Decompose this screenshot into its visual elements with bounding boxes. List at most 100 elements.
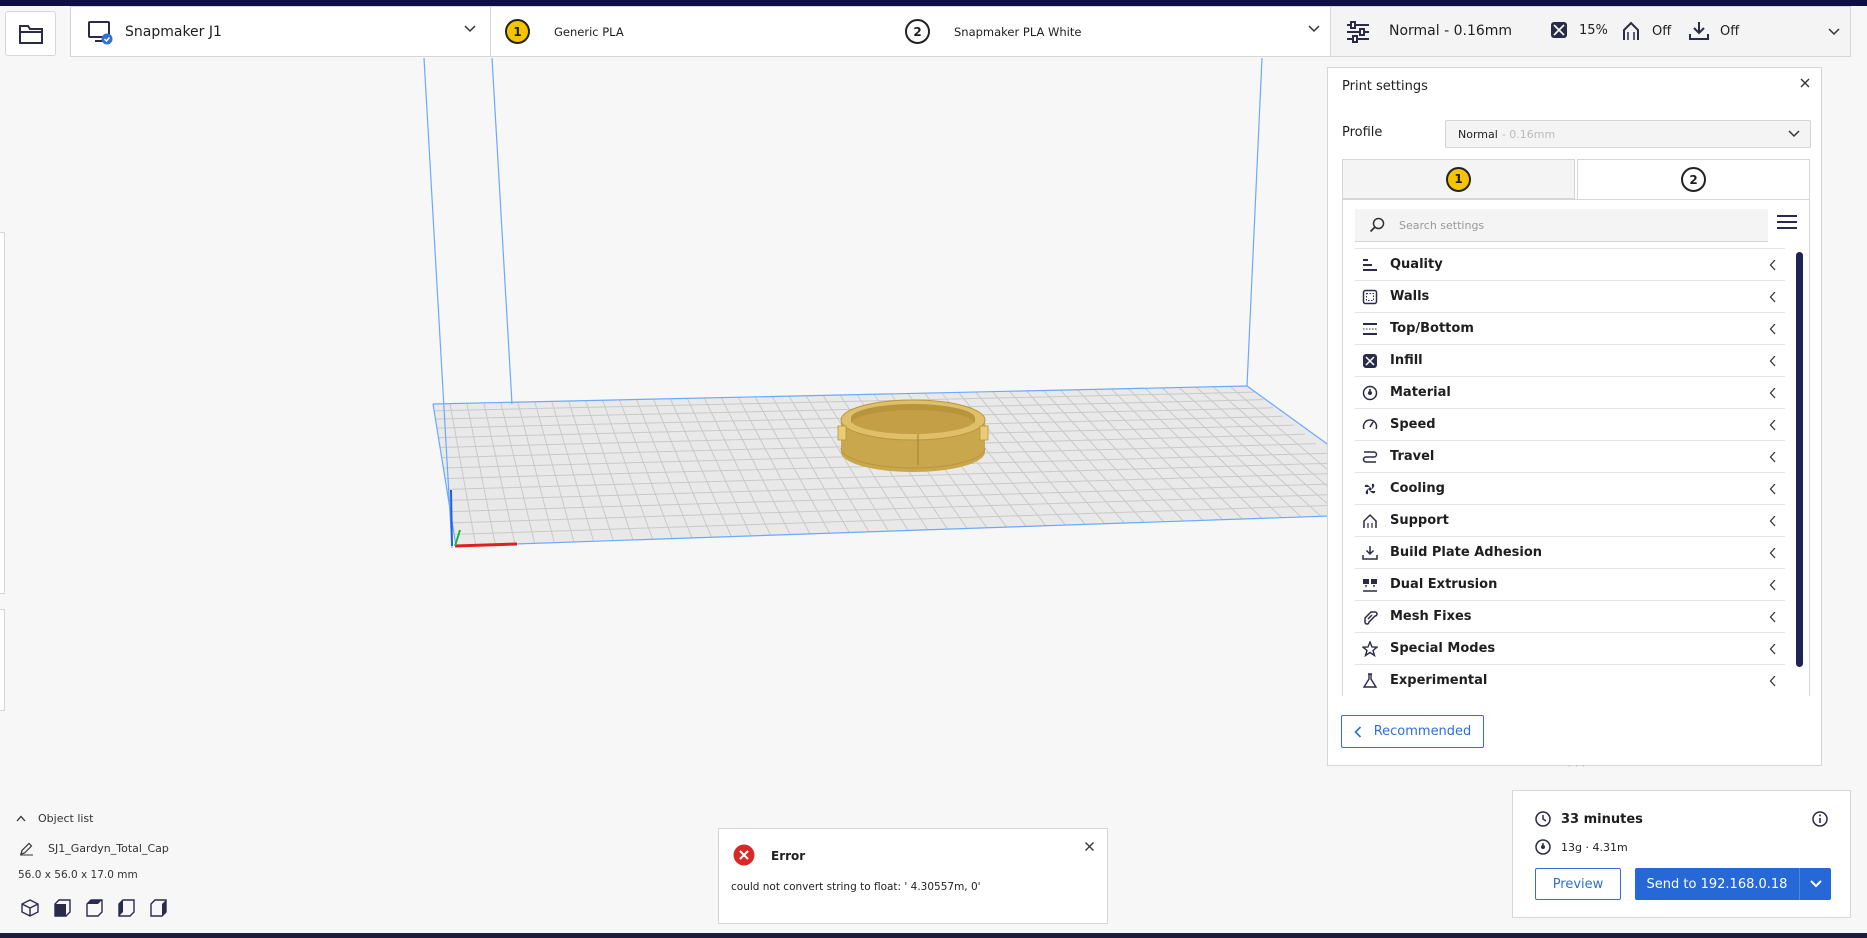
extruder-1-material: Generic PLA: [554, 24, 624, 39]
top-bottom-icon: [1362, 321, 1378, 337]
mesh-fixes-icon: [1362, 609, 1378, 625]
view-top-icon[interactable]: [84, 898, 104, 918]
window-bottom-strip: [0, 933, 1867, 938]
category-material[interactable]: Material: [1355, 376, 1785, 408]
adhesion-icon: [1362, 545, 1378, 561]
send-options-dropdown[interactable]: [1799, 868, 1831, 900]
print-estimate-panel: 33 minutes 13g · 4.31m Preview Send to 1…: [1512, 790, 1851, 918]
category-infill[interactable]: Infill: [1355, 344, 1785, 376]
settings-content: Quality Walls Top/Bottom Infill Material: [1342, 199, 1810, 696]
extruder-1[interactable]: 1 Generic PLA: [505, 19, 624, 44]
extruder-selector[interactable]: 1 Generic PLA 2 Snapmaker PLA White: [491, 7, 1331, 56]
chevron-down-icon: [464, 25, 476, 33]
chevron-left-icon: [1769, 259, 1776, 271]
view-right-icon[interactable]: [148, 898, 168, 918]
panel-resize-grip[interactable]: · · ·: [1568, 762, 1586, 771]
build-volume-scene[interactable]: [0, 58, 1330, 778]
settings-search-box[interactable]: [1355, 209, 1768, 242]
viewport-3d[interactable]: [0, 58, 1330, 778]
close-icon[interactable]: [1084, 841, 1095, 852]
error-notification: Error could not convert string to float:…: [718, 828, 1108, 924]
adhesion-value: Off: [1720, 23, 1740, 39]
object-list: Object list SJ1_Gardyn_Total_Cap 56.0 x …: [16, 812, 169, 917]
chevron-left-icon: [1769, 611, 1776, 623]
error-icon: [733, 844, 755, 866]
extruder-2[interactable]: 2 Snapmaker PLA White: [905, 19, 1081, 44]
view-left-icon[interactable]: [116, 898, 136, 918]
object-name-row[interactable]: SJ1_Gardyn_Total_Cap: [19, 841, 219, 856]
category-build-plate-adhesion[interactable]: Build Plate Adhesion: [1355, 536, 1785, 568]
category-speed[interactable]: Speed: [1355, 408, 1785, 440]
support-indicator: Off: [1620, 20, 1671, 42]
category-quality[interactable]: Quality: [1355, 248, 1785, 280]
material-usage: 13g · 4.31m: [1561, 840, 1628, 854]
extruder-1-badge: 1: [505, 19, 530, 44]
chevron-left-icon: [1769, 451, 1776, 463]
material-icon: [1362, 385, 1378, 401]
printer-name: Snapmaker J1: [125, 23, 222, 40]
settings-scrollbar[interactable]: [1796, 252, 1803, 667]
category-experimental[interactable]: Experimental: [1355, 664, 1785, 696]
support-icon: [1362, 513, 1378, 529]
open-file-button[interactable]: [5, 11, 56, 56]
tab-extruder-1[interactable]: 1: [1342, 159, 1575, 199]
tab-extruder-2[interactable]: 2: [1577, 159, 1810, 199]
category-cooling[interactable]: Cooling: [1355, 472, 1785, 504]
camera-view-buttons: [20, 898, 168, 918]
category-label: Dual Extrusion: [1390, 577, 1498, 592]
print-setup-selector[interactable]: Normal - 0.16mm 15% Off Off: [1331, 7, 1850, 56]
chevron-down-icon: [1788, 130, 1800, 138]
volume-edge-right-back: [1246, 58, 1263, 387]
view-3d-icon[interactable]: [20, 898, 40, 918]
print-settings-panel: Print settings Profile Normal - 0.16mm 1…: [1327, 67, 1822, 771]
info-icon[interactable]: [1812, 811, 1828, 827]
category-label: Build Plate Adhesion: [1390, 545, 1543, 560]
profile-dropdown[interactable]: Normal - 0.16mm: [1445, 120, 1811, 148]
category-mesh-fixes[interactable]: Mesh Fixes: [1355, 600, 1785, 632]
category-label: Top/Bottom: [1390, 321, 1474, 336]
preview-button[interactable]: Preview: [1535, 868, 1621, 900]
category-label: Mesh Fixes: [1390, 609, 1472, 624]
special-modes-icon: [1362, 640, 1378, 657]
object-dimensions: 56.0 x 56.0 x 17.0 mm: [18, 869, 138, 881]
chevron-left-icon: [1769, 643, 1776, 655]
walls-icon: [1362, 289, 1378, 305]
category-label: Experimental: [1390, 673, 1488, 688]
profile-value: Normal: [1458, 127, 1498, 141]
left-toolbar-edge: [0, 232, 5, 594]
chevron-left-icon: [1769, 419, 1776, 431]
object-list-toggle[interactable]: Object list: [16, 812, 93, 825]
x-axis: [454, 542, 518, 548]
recommended-label: Recommended: [1373, 724, 1472, 739]
printer-selector[interactable]: Snapmaker J1: [71, 7, 491, 56]
close-icon[interactable]: [1799, 77, 1811, 89]
chevron-left-icon: [1769, 387, 1776, 399]
send-label: Send to 192.168.0.18: [1646, 876, 1788, 892]
clock-icon: [1535, 811, 1551, 827]
profile-suffix: - 0.16mm: [1501, 127, 1556, 141]
send-to-printer-button[interactable]: Send to 192.168.0.18: [1635, 868, 1831, 900]
category-support[interactable]: Support: [1355, 504, 1785, 536]
category-label: Material: [1390, 385, 1451, 400]
category-label: Cooling: [1390, 481, 1445, 496]
infill-icon: [1551, 22, 1567, 38]
support-icon: [1623, 21, 1639, 40]
error-message: could not convert string to float: ' 4.3…: [731, 881, 981, 893]
print-time-row: 33 minutes: [1535, 811, 1643, 827]
chevron-left-icon: [1769, 579, 1776, 591]
category-walls[interactable]: Walls: [1355, 280, 1785, 312]
view-front-icon[interactable]: [52, 898, 72, 918]
model-ring-cap[interactable]: [837, 399, 989, 472]
category-special-modes[interactable]: Special Modes: [1355, 632, 1785, 664]
category-top-bottom[interactable]: Top/Bottom: [1355, 312, 1785, 344]
travel-icon: [1362, 449, 1378, 465]
z-axis: [450, 489, 453, 547]
category-travel[interactable]: Travel: [1355, 440, 1785, 472]
printer-connected-icon: [88, 20, 113, 44]
search-input[interactable]: [1399, 218, 1739, 232]
object-list-label: Object list: [38, 812, 94, 825]
settings-visibility-menu-icon[interactable]: [1777, 214, 1797, 230]
category-dual-extrusion[interactable]: Dual Extrusion: [1355, 568, 1785, 600]
recommended-button[interactable]: Recommended: [1341, 715, 1484, 748]
volume-edge-left-front: [423, 58, 453, 549]
